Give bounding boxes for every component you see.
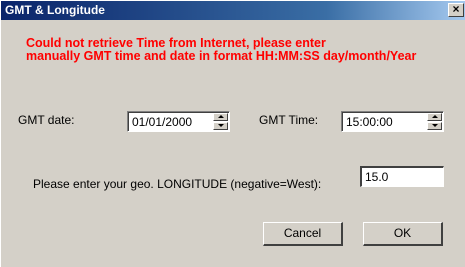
dialog-window: GMT & Longitude × Could not retrieve Tim… xyxy=(0,0,465,267)
cancel-button[interactable]: Cancel xyxy=(263,222,343,246)
longitude-label: Please enter your geo. LONGITUDE (negati… xyxy=(33,177,322,191)
close-icon: × xyxy=(452,2,460,16)
gmt-time-down-button[interactable] xyxy=(427,122,442,130)
gmt-time-value[interactable]: 15:00:00 xyxy=(346,115,393,129)
gmt-date-label: GMT date: xyxy=(18,113,75,127)
gmt-date-spinner xyxy=(213,113,228,130)
title-bar[interactable]: GMT & Longitude × xyxy=(1,1,465,20)
gmt-date-picker[interactable]: 01/01/2000 xyxy=(127,111,230,132)
gmt-date-value[interactable]: 01/01/2000 xyxy=(132,115,192,129)
spin-down-arrow-icon xyxy=(432,124,438,127)
window-title: GMT & Longitude xyxy=(5,3,105,17)
longitude-input[interactable]: 15.0 xyxy=(360,166,444,187)
spin-up-arrow-icon xyxy=(432,115,438,118)
gmt-date-up-button[interactable] xyxy=(213,113,228,121)
gmt-time-picker[interactable]: 15:00:00 xyxy=(341,111,444,132)
gmt-time-up-button[interactable] xyxy=(427,113,442,121)
gmt-time-label: GMT Time: xyxy=(259,113,319,127)
gmt-date-down-button[interactable] xyxy=(213,122,228,130)
spin-up-arrow-icon xyxy=(218,115,224,118)
spin-down-arrow-icon xyxy=(218,124,224,127)
gmt-time-spinner xyxy=(427,113,442,130)
ok-button[interactable]: OK xyxy=(363,222,443,246)
error-message-line-2: manually GMT time and date in format HH:… xyxy=(26,49,417,63)
close-button[interactable]: × xyxy=(448,3,464,17)
error-message: Could not retrieve Time from Internet, p… xyxy=(26,37,465,63)
